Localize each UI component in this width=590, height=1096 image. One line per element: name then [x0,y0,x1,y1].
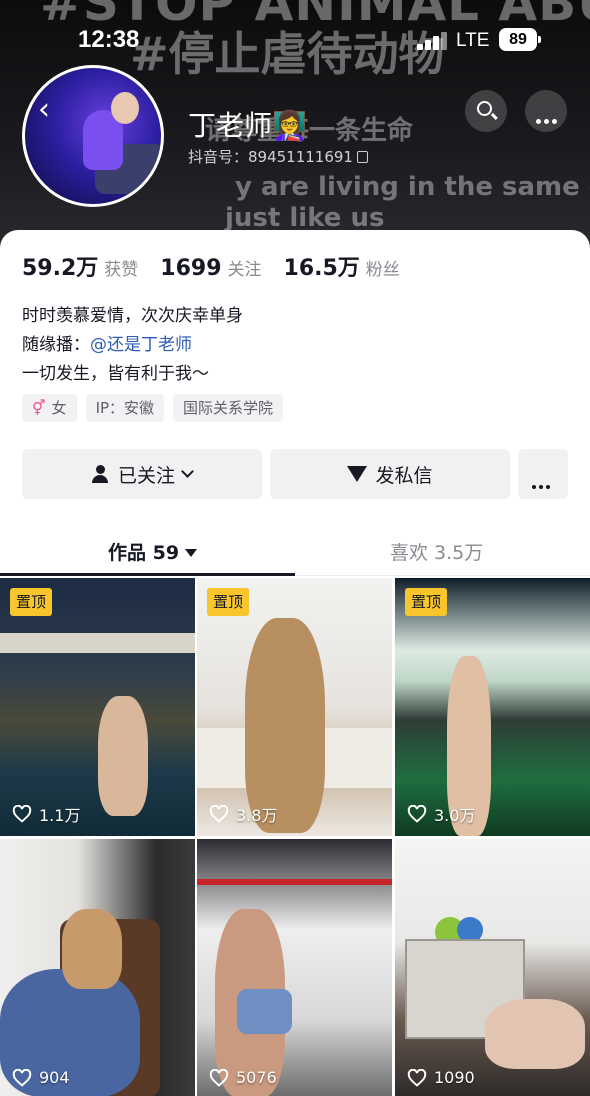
profile-sheet: 59.2万 获赞 1699 关注 16.5万 粉丝 时时羡慕爱情，次次庆幸单身 … [0,230,590,1096]
following-label: 关注 [227,260,262,280]
heart-icon [407,805,427,823]
profile-header-banner: #STOP ANIMAL ABUSE #停止虐待动物 请尊重每一条生命 y ar… [0,0,590,250]
followers-count[interactable]: 16.5万 [284,250,360,282]
back-icon[interactable]: ‹ [28,94,60,126]
bio-line: 时时羡慕爱情，次次庆幸单身 [22,306,243,326]
bio-line: 一切发生，皆有利于我～ [22,364,209,384]
following-button[interactable]: 已关注 [22,449,262,499]
video-likes: 1090 [407,1068,475,1087]
heart-icon [407,1068,427,1087]
likes-count[interactable]: 59.2万 [22,250,98,282]
profile-tags: ⚥ 女 IP：安徽 国际关系学院 [22,394,292,422]
video-likes: 904 [12,1068,70,1087]
douyin-id-text: 抖音号：89451111691 [188,148,353,166]
person-check-icon [91,465,110,483]
video-likes: 3.8万 [209,802,277,826]
bio-line: 随缘播：@还是丁老师 [22,331,243,360]
profile-nickname: 丁老师👩‍🏫 [188,109,307,142]
profile-bio: 时时羡慕爱情，次次庆幸单身 随缘播：@还是丁老师 一切发生，皆有利于我～ [22,302,243,389]
search-icon [477,101,492,116]
ip-tag: IP：安徽 [85,394,165,422]
status-time: 12:38 [78,26,140,53]
signal-icon [417,30,449,50]
heart-icon [12,1068,32,1087]
likes-label: 获赞 [104,260,139,280]
more-actions-button[interactable] [518,449,568,499]
banner-text: just like us [225,203,385,233]
network-type: LTE [456,30,490,51]
pinned-badge: 置顶 [207,588,250,616]
tab-likes[interactable]: 喜欢 3.5万 [390,538,483,565]
mention-link[interactable]: @还是丁老师 [90,335,192,355]
school-tag[interactable]: 国际关系学院 [173,394,284,422]
send-icon [347,466,368,482]
pinned-badge: 置顶 [10,588,53,616]
video-likes: 3.0万 [407,802,475,826]
video-likes: 5076 [209,1068,277,1087]
more-icon [532,472,553,494]
more-icon [536,109,560,128]
more-options-button[interactable] [525,90,567,132]
profile-actions: 已关注 发私信 [22,449,568,499]
send-message-button[interactable]: 发私信 [270,449,510,499]
chevron-down-icon [181,465,194,478]
heart-icon [209,805,229,823]
pinned-badge: 置顶 [405,588,448,616]
video-thumbnail[interactable]: 置顶 3.8万 [197,578,392,836]
heart-icon [12,805,32,823]
avatar[interactable] [22,65,164,207]
active-tab-indicator [0,573,295,576]
douyin-id[interactable]: 抖音号：89451111691 [188,146,368,167]
following-label: 已关注 [117,464,175,487]
caret-down-icon [185,549,198,557]
video-thumbnail[interactable]: 置顶 3.0万 [395,578,590,836]
heart-icon [209,1068,229,1087]
gender-tag: ⚥ 女 [22,394,77,422]
video-thumbnail[interactable]: 1090 [395,839,590,1096]
bio-prefix: 随缘播： [22,335,90,355]
following-count[interactable]: 1699 [160,256,221,281]
video-thumbnail[interactable]: 5076 [197,839,392,1096]
battery-icon: 89 [499,28,541,51]
video-likes: 1.1万 [12,802,80,826]
followers-label: 粉丝 [365,260,400,280]
video-thumbnail[interactable]: 904 [0,839,195,1096]
female-icon: ⚥ [32,399,46,417]
tab-works[interactable]: 作品 59 [108,538,198,565]
banner-text: y are living in the same earth [235,172,590,202]
profile-tabs: 作品 59 喜欢 3.5万 [0,530,590,576]
send-message-label: 发私信 [375,464,433,487]
search-button[interactable] [465,90,507,132]
copy-icon[interactable] [356,151,368,163]
video-thumbnail[interactable]: 置顶 1.1万 [0,578,195,836]
profile-stats: 59.2万 获赞 1699 关注 16.5万 粉丝 [22,250,422,282]
